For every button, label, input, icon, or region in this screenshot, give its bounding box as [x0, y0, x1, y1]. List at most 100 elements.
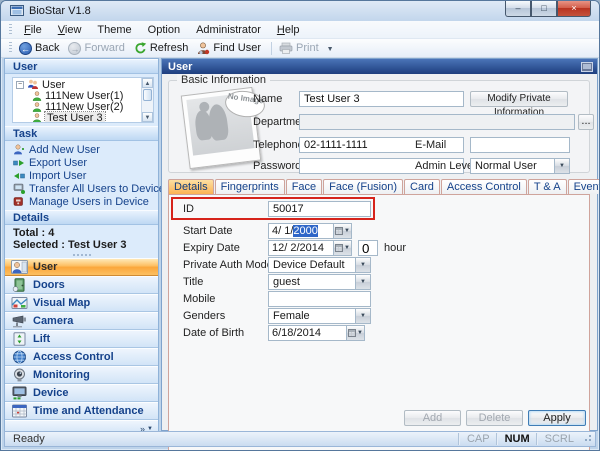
title-label: Title: [183, 276, 204, 288]
status-bar: Ready CAP NUM SCRL: [4, 431, 596, 447]
tree-item-user1[interactable]: 111New User(1): [16, 90, 153, 102]
basic-information-group: Basic Information No Image Name Test Use…: [168, 74, 594, 174]
scroll-thumb[interactable]: [143, 89, 152, 101]
status-ready: Ready: [13, 433, 45, 445]
task-export-user[interactable]: Export User: [5, 156, 158, 169]
tree-item-user3-selected[interactable]: Test User 3: [16, 110, 153, 122]
menu-file[interactable]: File: [16, 22, 50, 38]
toolbar-overflow-chevron[interactable]: ▼: [327, 44, 334, 53]
title-select[interactable]: guest ▼: [268, 274, 371, 290]
task-import-user[interactable]: Import User: [5, 169, 158, 182]
name-label: Name: [253, 93, 283, 105]
tab-event[interactable]: Event: [567, 179, 599, 194]
tab-details[interactable]: Details: [168, 179, 214, 194]
title-bar[interactable]: BioStar V1.8 – □ ×: [1, 1, 599, 21]
private-auth-mode-label: Private Auth Mode: [183, 259, 273, 271]
sidebar-item-doors[interactable]: Doors: [5, 276, 158, 294]
back-button[interactable]: ← Back: [16, 40, 65, 57]
maximize-button[interactable]: □: [531, 1, 557, 17]
dropdown-arrow-icon: ▼: [554, 159, 569, 173]
menu-administrator[interactable]: Administrator: [188, 22, 269, 38]
tab-t-and-a[interactable]: T & A: [527, 179, 567, 194]
task-list: Add New User Export User Import User Tra…: [5, 141, 165, 210]
department-browse-button[interactable]: ...: [578, 114, 594, 130]
sidebar-item-access-control[interactable]: Access Control: [5, 348, 158, 366]
time-attendance-icon: [12, 404, 27, 418]
menu-bar: File View Theme Option Administrator Hel…: [1, 21, 599, 39]
tree-scrollbar[interactable]: ▲ ▼: [141, 78, 153, 122]
modify-private-information-button[interactable]: Modify Private Information: [470, 91, 568, 118]
panel-window-icon[interactable]: [581, 61, 593, 72]
num-lock-indicator: NUM: [496, 433, 537, 445]
tab-face[interactable]: Face: [285, 179, 323, 194]
menubar-grip: [9, 23, 12, 36]
resize-grip[interactable]: [583, 435, 591, 443]
tree-item-user2[interactable]: 111New User(2): [16, 101, 153, 113]
import-icon: [14, 172, 25, 179]
mobile-input[interactable]: [268, 291, 371, 307]
user-tree: − User 111New User(1) 111New User(2) Tes…: [12, 77, 154, 123]
expiry-date-picker[interactable]: 12/ 2/2014 ▼: [268, 240, 352, 256]
sidebar-item-camera[interactable]: Camera: [5, 312, 158, 330]
user-panel-body: Basic Information No Image Name Test Use…: [162, 74, 599, 450]
dropdown-arrow-icon: ▼: [355, 309, 370, 323]
find-user-button[interactable]: Find User: [194, 40, 267, 57]
tree-root[interactable]: − User: [16, 79, 153, 91]
admin-level-select[interactable]: Normal User ▼: [470, 158, 570, 174]
minimize-button[interactable]: –: [505, 1, 531, 17]
sidebar-item-monitoring[interactable]: Monitoring: [5, 366, 158, 384]
tab-card[interactable]: Card: [404, 179, 440, 194]
calendar-dropdown-icon[interactable]: ▼: [346, 326, 364, 340]
expiry-date-label: Expiry Date: [183, 242, 240, 254]
close-button[interactable]: ×: [557, 1, 591, 17]
calendar-dropdown-icon[interactable]: ▼: [333, 224, 351, 238]
sidebar-item-user[interactable]: User: [5, 258, 158, 276]
email-input[interactable]: [470, 137, 570, 153]
sidebar-item-time-attendance[interactable]: Time and Attendance: [5, 402, 158, 420]
find-user-icon: [198, 42, 210, 54]
menu-view[interactable]: View: [50, 22, 90, 38]
apply-button[interactable]: Apply: [528, 410, 586, 426]
panel-splitter[interactable]: [5, 251, 158, 258]
print-button: Print: [276, 40, 325, 57]
sidebar-item-lift[interactable]: Lift: [5, 330, 158, 348]
calendar-dropdown-icon[interactable]: ▼: [333, 241, 351, 255]
task-manage-users[interactable]: Manage Users in Device: [5, 195, 158, 208]
id-input[interactable]: [268, 201, 371, 217]
genders-select[interactable]: Female ▼: [268, 308, 371, 324]
sidebar-item-device[interactable]: Device: [5, 384, 158, 402]
caps-lock-indicator: CAP: [458, 433, 497, 445]
menu-help[interactable]: Help: [269, 22, 308, 38]
toolbar: ← Back → Forward Refresh Find User Print…: [1, 39, 599, 58]
tab-fingerprints[interactable]: Fingerprints: [214, 179, 285, 194]
user-photo-placeholder[interactable]: No Image: [179, 86, 267, 170]
map-icon: [11, 297, 28, 309]
start-date-picker[interactable]: 4/ 1/2000 ▼: [268, 223, 352, 239]
date-of-birth-label: Date of Birth: [183, 327, 245, 339]
private-auth-mode-select[interactable]: Device Default ▼: [268, 257, 371, 273]
expiry-hour-input[interactable]: [358, 240, 378, 256]
menu-theme[interactable]: Theme: [89, 22, 139, 38]
user-icon: [32, 101, 42, 112]
scroll-up-icon[interactable]: ▲: [142, 78, 153, 88]
telephone-label: Telephone: [253, 139, 304, 151]
selected-year: 2000: [293, 225, 318, 237]
menu-option[interactable]: Option: [140, 22, 188, 38]
tree-expander-icon[interactable]: −: [16, 80, 24, 89]
monitoring-icon: [14, 368, 25, 382]
sidebar-item-visual-map[interactable]: Visual Map: [5, 294, 158, 312]
tab-access-control[interactable]: Access Control: [440, 179, 527, 194]
print-icon: [279, 42, 293, 54]
task-transfer-users[interactable]: Transfer All Users to Device: [5, 182, 165, 195]
device-icon: [12, 386, 27, 400]
add-button: Add: [404, 410, 461, 426]
scroll-down-icon[interactable]: ▼: [142, 112, 153, 122]
manage-device-icon: [13, 197, 23, 206]
refresh-button[interactable]: Refresh: [131, 40, 195, 57]
date-of-birth-picker[interactable]: 6/18/2014 ▼: [268, 325, 365, 341]
tab-face-fusion[interactable]: Face (Fusion): [323, 179, 404, 194]
details-total: Total : 4: [13, 227, 55, 239]
name-input[interactable]: [299, 91, 464, 107]
task-add-new-user[interactable]: Add New User: [5, 143, 158, 156]
door-icon: [12, 278, 25, 292]
